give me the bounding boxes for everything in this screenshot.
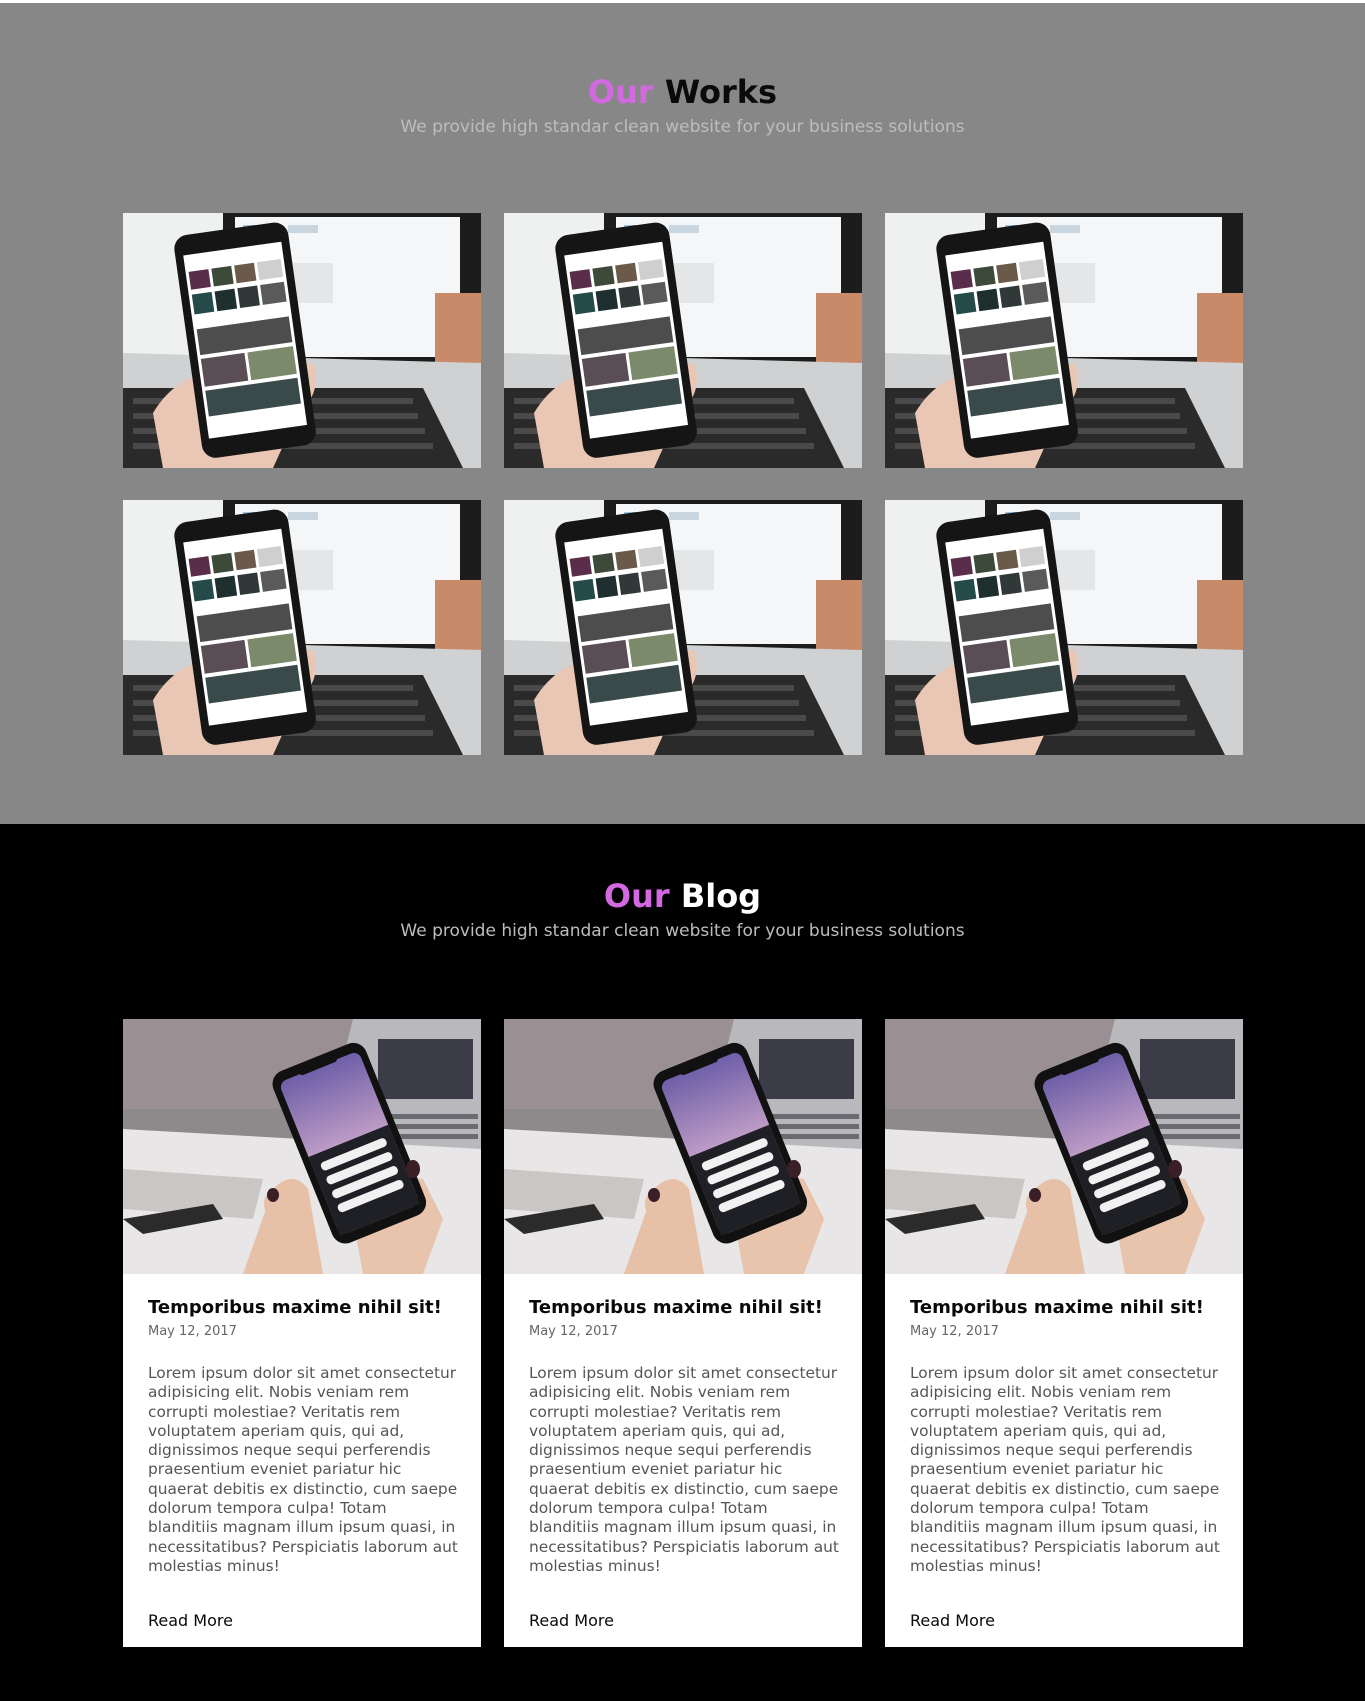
- blog-card-date: May 12, 2017: [148, 1324, 237, 1339]
- blog-title: Our Blog: [0, 876, 1365, 916]
- work-item-2[interactable]: [504, 213, 862, 468]
- read-more-link[interactable]: Read More: [148, 1610, 233, 1632]
- read-more-link[interactable]: Read More: [910, 1610, 995, 1632]
- blog-card-image[interactable]: [123, 1019, 481, 1274]
- blog-title-rest: Blog: [680, 877, 762, 915]
- blog-card-date: May 12, 2017: [910, 1324, 999, 1339]
- blog-card-3: Temporibus maxime nihil sit! May 12, 201…: [885, 1019, 1243, 1647]
- work-item-6[interactable]: [885, 500, 1243, 755]
- work-item-5[interactable]: [504, 500, 862, 755]
- blog-card-title[interactable]: Temporibus maxime nihil sit!: [910, 1296, 1230, 1320]
- blog-subtitle: We provide high standar clean website fo…: [400, 921, 965, 941]
- works-section: Our Works We provide high standar clean …: [0, 0, 1365, 824]
- blog-card-excerpt: Lorem ipsum dolor sit amet consectetur a…: [148, 1364, 458, 1575]
- work-item-3[interactable]: [885, 213, 1243, 468]
- blog-card-image[interactable]: [885, 1019, 1243, 1274]
- blog-section: Our Blog We provide high standar clean w…: [0, 824, 1365, 1701]
- blog-card-2: Temporibus maxime nihil sit! May 12, 201…: [504, 1019, 862, 1647]
- blog-card-excerpt: Lorem ipsum dolor sit amet consectetur a…: [910, 1364, 1220, 1575]
- works-subtitle: We provide high standar clean website fo…: [400, 117, 965, 137]
- works-title-accent: Our: [587, 73, 654, 111]
- blog-card-image[interactable]: [504, 1019, 862, 1274]
- read-more-link[interactable]: Read More: [529, 1610, 614, 1632]
- blog-title-accent: Our: [603, 877, 670, 915]
- work-item-4[interactable]: [123, 500, 481, 755]
- works-title-rest: Works: [664, 73, 778, 111]
- blog-card-excerpt: Lorem ipsum dolor sit amet consectetur a…: [529, 1364, 839, 1575]
- blog-card-date: May 12, 2017: [529, 1324, 618, 1339]
- work-item-1[interactable]: [123, 213, 481, 468]
- blog-card-title[interactable]: Temporibus maxime nihil sit!: [148, 1296, 468, 1320]
- works-title: Our Works: [0, 72, 1365, 112]
- blog-card-1: Temporibus maxime nihil sit! May 12, 201…: [123, 1019, 481, 1647]
- blog-card-title[interactable]: Temporibus maxime nihil sit!: [529, 1296, 849, 1320]
